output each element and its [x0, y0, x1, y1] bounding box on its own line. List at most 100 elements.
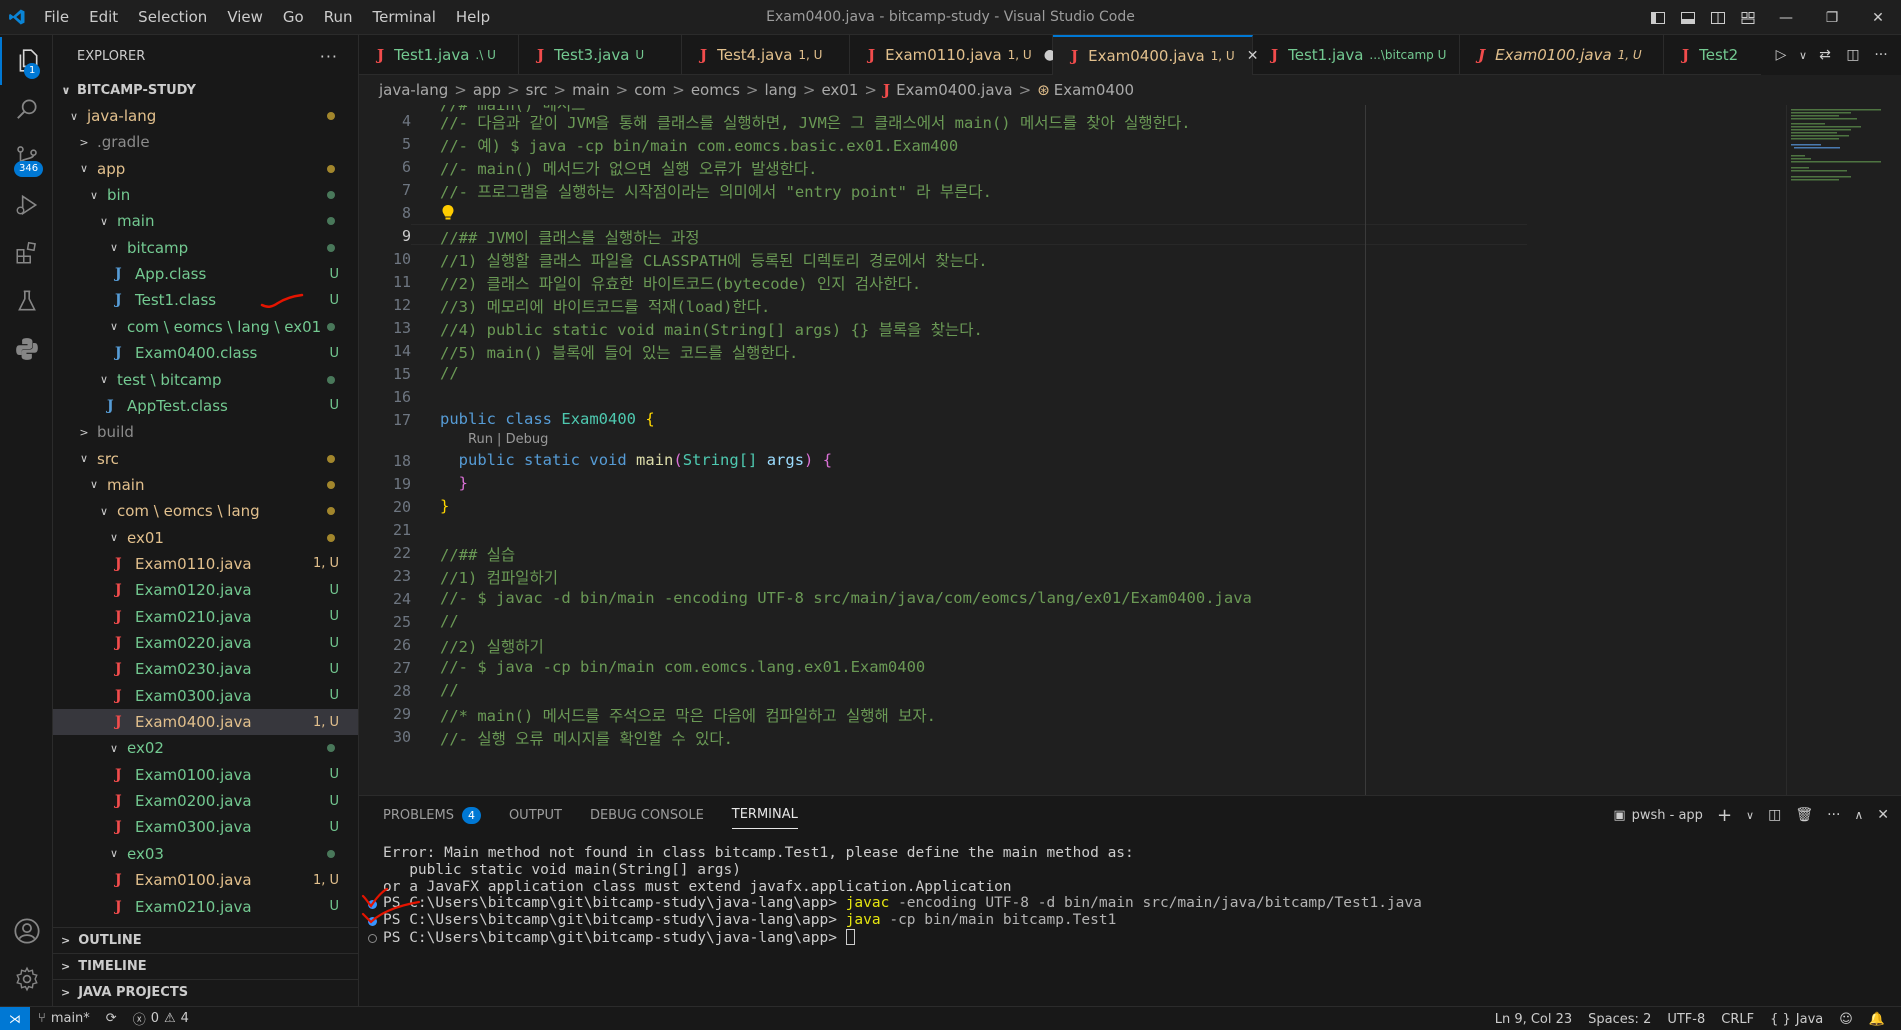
breadcrumb-item[interactable]: src — [526, 81, 548, 99]
sync-icon[interactable]: ⟳ — [98, 1011, 125, 1026]
account-icon[interactable] — [0, 907, 53, 955]
tree-item[interactable]: J Exam0300.java U — [53, 683, 358, 709]
menu-go[interactable]: Go — [273, 0, 314, 35]
run-icon[interactable]: ▷ — [1767, 47, 1795, 63]
toggle-secondary-sidebar-icon[interactable] — [1703, 0, 1733, 35]
tree-item[interactable]: ∨ ex02 — [53, 735, 358, 761]
chevron-down-icon[interactable]: ∨ — [1795, 49, 1811, 62]
breadcrumb-item[interactable]: com — [634, 81, 666, 99]
python-icon[interactable] — [0, 325, 53, 373]
toggle-panel-icon[interactable] — [1673, 0, 1703, 35]
split-editor-icon[interactable]: ◫ — [1839, 47, 1867, 63]
tree-item[interactable]: > build — [53, 419, 358, 445]
tab-test4-java[interactable]: J Test4.java 1, U — [682, 35, 850, 75]
breadcrumb-item[interactable]: main — [572, 81, 609, 99]
java-projects-section[interactable]: > JAVA PROJECTS — [53, 979, 358, 1005]
menu-help[interactable]: Help — [446, 0, 500, 35]
tree-item[interactable]: ∨ app — [53, 156, 358, 182]
menu-selection[interactable]: Selection — [128, 0, 217, 35]
workspace-root[interactable]: ∨ BITCAMP-STUDY — [53, 77, 358, 103]
tree-item[interactable]: ∨ main — [53, 208, 358, 234]
new-terminal-icon[interactable]: + — [1717, 805, 1732, 826]
outline-section[interactable]: > OUTLINE — [53, 927, 358, 953]
tree-item[interactable]: ∨ java-lang — [53, 103, 358, 129]
tree-item[interactable]: J Exam0100.java U — [53, 762, 358, 788]
menu-terminal[interactable]: Terminal — [363, 0, 446, 35]
feedback-icon[interactable]: ☺ — [1831, 1012, 1861, 1027]
tree-item[interactable]: J AppTest.class U — [53, 393, 358, 419]
tab-test2[interactable]: J Test2 — [1664, 35, 1764, 75]
tree-item[interactable]: J Exam0220.java U — [53, 630, 358, 656]
notifications-bell-icon[interactable]: 🔔 — [1861, 1012, 1893, 1027]
restore-icon[interactable]: ❐ — [1809, 0, 1855, 35]
tree-item[interactable]: J Exam0300.java U — [53, 814, 358, 840]
tree-item[interactable]: > .gradle — [53, 129, 358, 155]
tree-item[interactable]: J Exam0230.java U — [53, 656, 358, 682]
maximize-panel-icon[interactable]: ∧ — [1854, 808, 1863, 822]
lightbulb-icon[interactable] — [441, 204, 455, 226]
close-window-icon[interactable]: ✕ — [1855, 0, 1901, 35]
tree-item[interactable]: ∨ ex01 — [53, 525, 358, 551]
breadcrumb-item[interactable]: app — [473, 81, 501, 99]
breadcrumb-item[interactable]: java-lang — [379, 81, 448, 99]
tree-item[interactable]: J App.class U — [53, 261, 358, 287]
run-debug-icon[interactable] — [0, 181, 53, 229]
tree-item[interactable]: ∨ ex03 — [53, 841, 358, 867]
tree-item[interactable]: J Exam0110.java 1, U — [53, 551, 358, 577]
tree-item[interactable]: ∨ com \ eomcs \ lang \ ex01 — [53, 314, 358, 340]
tree-item[interactable]: J Exam0210.java U — [53, 894, 358, 920]
indentation[interactable]: Spaces: 2 — [1580, 1012, 1659, 1027]
close-panel-icon[interactable]: ✕ — [1877, 807, 1889, 823]
tree-item[interactable]: J Exam0400.class U — [53, 340, 358, 366]
tab-test1-java-bitcamp[interactable]: J Test1.java ...\bitcamp U — [1253, 35, 1460, 75]
tab-terminal[interactable]: TERMINAL — [731, 807, 798, 829]
customize-layout-icon[interactable] — [1733, 0, 1763, 35]
breadcrumb-item[interactable]: eomcs — [691, 81, 740, 99]
more-actions-icon[interactable]: ··· — [1827, 807, 1840, 823]
tree-item[interactable]: ∨ bin — [53, 182, 358, 208]
minimize-icon[interactable]: — — [1763, 0, 1809, 35]
tree-item[interactable]: ∨ main — [53, 472, 358, 498]
menu-file[interactable]: File — [34, 0, 79, 35]
tab-test1-java[interactable]: J Test1.java .\ U — [359, 35, 519, 75]
tab-exam0110-java[interactable]: J Exam0110.java 1, U ● — [850, 35, 1056, 75]
language-mode[interactable]: { } Java — [1762, 1012, 1831, 1027]
breadcrumb-item[interactable]: Exam0400.java — [896, 81, 1013, 99]
settings-gear-icon[interactable] — [0, 955, 53, 1003]
tree-item[interactable]: J Exam0210.java U — [53, 604, 358, 630]
tab-test3-java[interactable]: J Test3.java U — [519, 35, 682, 75]
menu-edit[interactable]: Edit — [79, 0, 128, 35]
tree-item[interactable]: J Exam0200.java U — [53, 788, 358, 814]
tab-output[interactable]: OUTPUT — [509, 808, 562, 823]
problems-indicator[interactable]: ⓧ 0 ⚠ 4 — [125, 1009, 197, 1028]
split-terminal-icon[interactable]: ◫ — [1768, 807, 1781, 823]
compare-icon[interactable]: ⇄ — [1811, 47, 1839, 63]
breadcrumb-item[interactable]: Exam0400 — [1054, 81, 1134, 99]
codelens-run-debug[interactable]: Run | Debug — [468, 432, 548, 447]
explorer-icon[interactable]: 1 — [0, 37, 53, 85]
terminal-input-line[interactable]: PS C:\Users\bitcamp\git\bitcamp-study\ja… — [383, 929, 855, 946]
extensions-icon[interactable] — [0, 229, 53, 277]
source-control-icon[interactable]: 346 — [0, 133, 53, 181]
tree-item[interactable]: ∨ test \ bitcamp — [53, 367, 358, 393]
tab-exam0400-java[interactable]: J Exam0400.java 1, U ✕ — [1053, 35, 1258, 75]
branch-indicator[interactable]: ⑂ main* — [30, 1011, 98, 1026]
tree-item[interactable]: ∨ bitcamp — [53, 235, 358, 261]
chevron-down-icon[interactable]: ∨ — [1746, 809, 1754, 822]
cursor-position[interactable]: Ln 9, Col 23 — [1487, 1012, 1580, 1027]
encoding[interactable]: UTF-8 — [1659, 1012, 1713, 1027]
tree-item[interactable]: J Exam0100.java 1, U — [53, 867, 358, 893]
more-actions-icon[interactable]: ··· — [1867, 47, 1895, 63]
breadcrumb-item[interactable]: lang — [764, 81, 796, 99]
menu-view[interactable]: View — [217, 0, 273, 35]
minimap[interactable] — [1786, 105, 1901, 795]
explorer-more-icon[interactable]: ··· — [320, 47, 338, 66]
toggle-sidebar-icon[interactable] — [1643, 0, 1673, 35]
remote-indicator-icon[interactable]: ⋊ — [0, 1006, 30, 1030]
tab-debug-console[interactable]: DEBUG CONSOLE — [590, 808, 704, 823]
timeline-section[interactable]: > TIMELINE — [53, 953, 358, 979]
tree-item[interactable]: J Exam0120.java U — [53, 577, 358, 603]
terminal-selector[interactable]: ▣ pwsh - app — [1613, 808, 1703, 823]
tab-problems[interactable]: PROBLEMS 4 — [383, 806, 481, 824]
tree-item[interactable]: ∨ com \ eomcs \ lang — [53, 498, 358, 524]
